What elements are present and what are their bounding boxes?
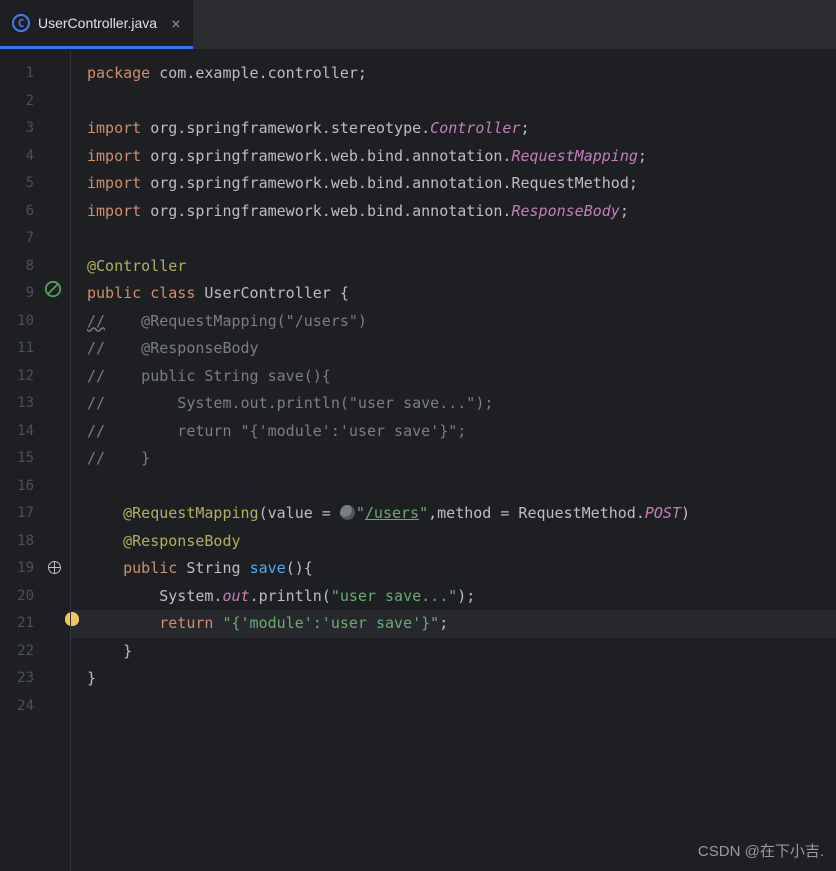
globe-gutter-icon[interactable]	[48, 560, 61, 578]
code-editor[interactable]: 123456 789101112 131415161718 1920212223…	[0, 50, 836, 871]
close-icon[interactable]: ×	[171, 14, 181, 33]
earth-icon	[340, 505, 355, 520]
gutter	[40, 50, 70, 871]
java-class-icon: C	[12, 14, 30, 32]
no-entry-icon[interactable]	[44, 280, 62, 298]
line-numbers: 123456 789101112 131415161718 1920212223…	[0, 50, 40, 871]
tab-title: UserController.java	[38, 15, 157, 31]
watermark: CSDN @在下小吉.	[698, 840, 824, 861]
code-area[interactable]: package com.example.controller; import o…	[70, 50, 836, 871]
tab-bar: C UserController.java ×	[0, 0, 836, 50]
file-tab[interactable]: C UserController.java ×	[0, 0, 193, 49]
